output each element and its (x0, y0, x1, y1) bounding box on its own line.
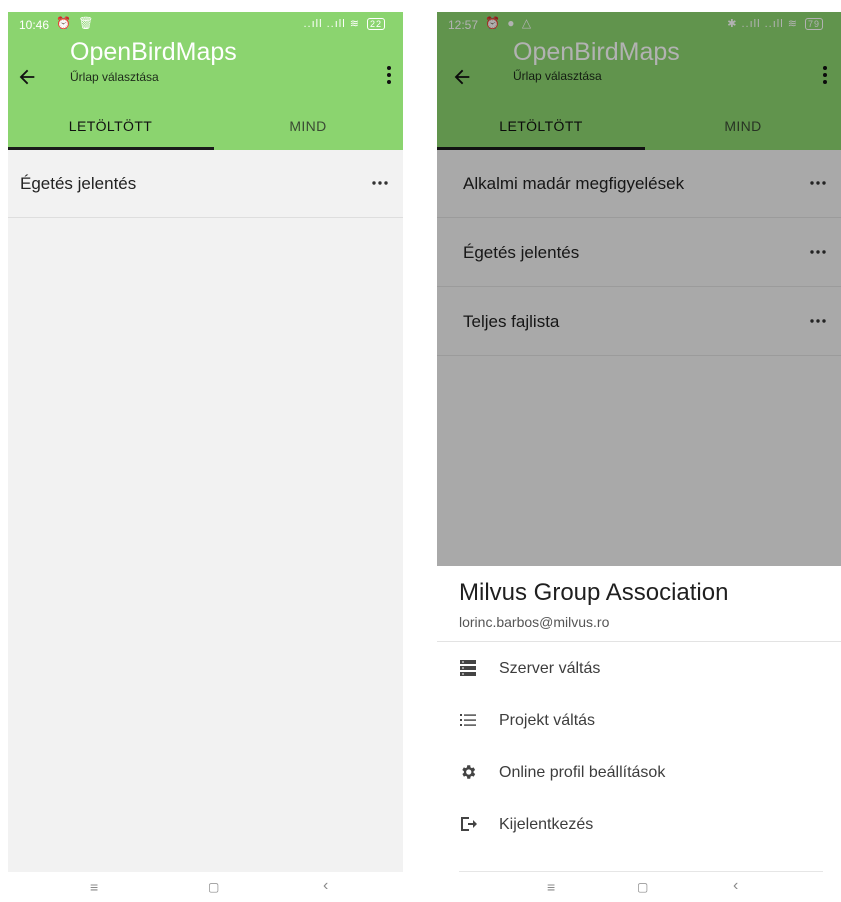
status-time: 10:46 (19, 18, 50, 32)
nav-back-icon[interactable]: ‹ (733, 877, 738, 895)
server-icon (460, 660, 476, 676)
account-name: Milvus Group Association (459, 579, 729, 606)
switch-server-item[interactable]: Szerver váltás (437, 644, 841, 696)
phone-screen-left: 10:46 ⏰ 🗑 ..ıll ..ıll ≋ 22 OpenBirdMaps … (8, 0, 403, 902)
status-bar: 10:46 ⏰ 🗑 ..ıll ..ıll ≋ 22 (8, 12, 403, 38)
list-icon (460, 714, 476, 726)
more-horizontal-icon[interactable] (371, 174, 389, 192)
menu-item-label: Kijelentkezés (499, 816, 594, 833)
status-right-icons: ..ıll ..ıll ≋ 22 (303, 17, 385, 30)
nav-menu-icon[interactable]: ≡ (547, 879, 555, 895)
system-nav-bar: ≡ ▢ ‹ (437, 872, 841, 902)
form-list: Égetés jelentés (8, 150, 403, 872)
menu-item-label: Szerver váltás (499, 660, 601, 677)
modal-scrim[interactable] (437, 12, 841, 566)
menu-item-label: Online profil beállítások (499, 764, 666, 781)
account-email: lorinc.barbos@milvus.ro (459, 614, 610, 630)
nav-back-icon[interactable]: ‹ (323, 877, 328, 895)
divider (437, 641, 841, 642)
nav-home-icon[interactable]: ▢ (208, 880, 219, 894)
battery-icon: 22 (366, 18, 385, 30)
form-list-item[interactable]: Égetés jelentés (8, 150, 403, 218)
nav-home-icon[interactable]: ▢ (637, 880, 648, 894)
system-nav-bar: ≡ ▢ ‹ (8, 872, 403, 902)
logout-icon (461, 817, 477, 831)
nav-menu-icon[interactable]: ≡ (90, 879, 98, 895)
status-left-icons: ⏰ 🗑 (56, 16, 96, 30)
phone-screen-right: 12:57 ⏰ ● △ ✱ ..ıll ..ıll ≋ 79 OpenBirdM… (437, 0, 841, 902)
logout-item[interactable]: Kijelentkezés (437, 800, 841, 852)
app-subtitle: Űrlap választása (70, 70, 159, 84)
back-arrow-icon[interactable] (16, 66, 38, 88)
tab-indicator (8, 147, 214, 150)
form-label: Égetés jelentés (20, 174, 137, 193)
app-title: OpenBirdMaps (70, 38, 237, 66)
tab-downloaded[interactable]: LETÖLTÖTT (8, 118, 213, 150)
profile-settings-item[interactable]: Online profil beállítások (437, 748, 841, 800)
settings-icon (462, 765, 476, 779)
overflow-menu-icon[interactable] (383, 64, 395, 86)
account-bottom-sheet: Milvus Group Association lorinc.barbos@m… (437, 566, 841, 872)
switch-project-item[interactable]: Projekt váltás (437, 696, 841, 748)
tab-all[interactable]: MIND (213, 118, 403, 150)
signal-icon: ..ıll ..ıll ≋ (303, 18, 360, 30)
menu-item-label: Projekt váltás (499, 712, 596, 729)
